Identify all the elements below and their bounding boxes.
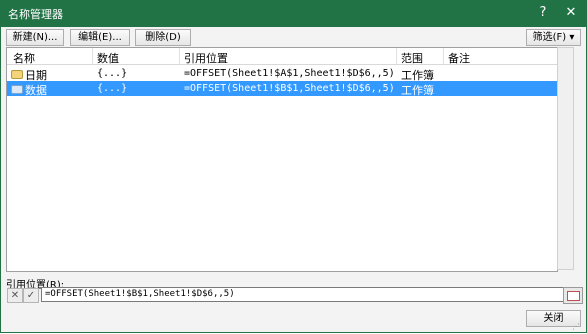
column-header-scope[interactable]: 范围 [401,50,423,66]
row-refers-to: =OFFSET(Sheet1!$A$1,Sheet1!$D$6,,5) [184,68,395,79]
new-button[interactable]: 新建(N)... [6,29,64,46]
list-item-selected[interactable]: 数据 {...} =OFFSET(Sheet1!$B$1,Sheet1!$D$6… [7,81,557,97]
list-scrollbar[interactable] [557,47,574,270]
refers-to-input[interactable]: =OFFSET(Sheet1!$B$1,Sheet1!$D$6,,5) [41,287,567,302]
confirm-edit-button[interactable]: ✓ [23,288,39,303]
column-header-refers-to[interactable]: 引用位置 [184,50,228,66]
delete-button[interactable]: 删除(D) [135,29,191,46]
column-divider[interactable] [92,48,93,64]
title-bar: 名称管理器 ? ✕ [0,0,587,27]
name-range-icon [11,70,23,79]
column-header-comment[interactable]: 备注 [448,50,470,66]
column-divider[interactable] [396,48,397,64]
help-button[interactable]: ? [532,3,554,23]
row-name: 数据 [25,84,47,97]
row-refers-to: =OFFSET(Sheet1!$B$1,Sheet1!$D$6,,5) [184,83,395,94]
edit-button[interactable]: 编辑(E)... [70,29,130,46]
row-value: {...} [97,68,128,79]
row-value: {...} [97,83,128,94]
filter-button[interactable]: 筛选(F) ▾ [526,29,581,46]
list-header: 名称 数值 引用位置 范围 备注 [7,48,557,65]
resize-grip-icon[interactable]: ⋰ [572,322,580,331]
name-range-icon [11,85,23,94]
window-title: 名称管理器 [8,8,63,21]
list-item[interactable]: 日期 {...} =OFFSET(Sheet1!$A$1,Sheet1!$D$6… [7,66,557,82]
column-header-value[interactable]: 数值 [97,50,119,66]
column-divider[interactable] [179,48,180,64]
names-list[interactable]: 名称 数值 引用位置 范围 备注 日期 {...} =OFFSET(Sheet1… [6,47,558,272]
range-select-icon [567,291,580,301]
column-divider[interactable] [443,48,444,64]
row-scope: 工作簿 [401,84,434,97]
column-header-name[interactable]: 名称 [13,50,35,66]
cancel-edit-button[interactable]: ✕ [7,288,23,303]
close-window-button[interactable]: ✕ [560,3,582,23]
collapse-dialog-button[interactable] [563,287,583,304]
